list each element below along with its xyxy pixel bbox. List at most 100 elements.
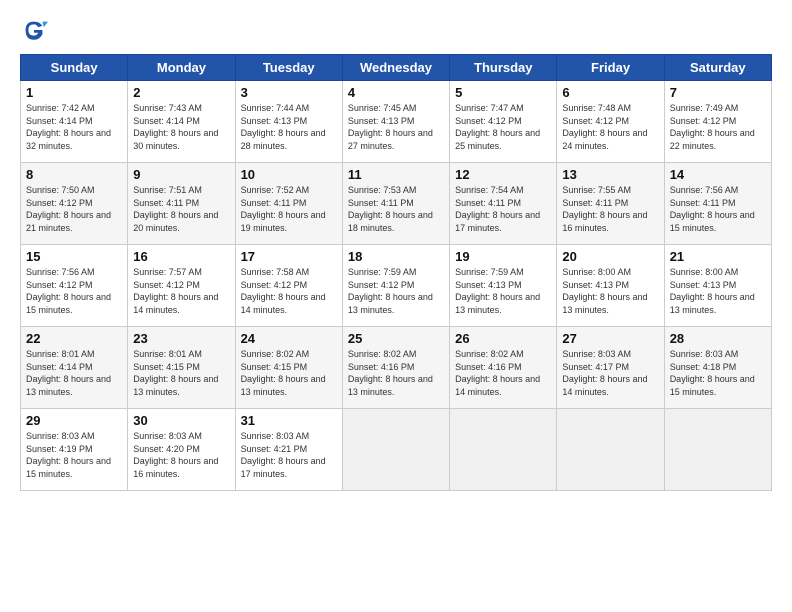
calendar-cell: 4 Sunrise: 7:45 AMSunset: 4:13 PMDaylight…: [342, 81, 449, 163]
calendar-week-row: 29Sunrise: 8:03 AMSunset: 4:19 PMDayligh…: [21, 409, 772, 491]
column-header-sunday: Sunday: [21, 55, 128, 81]
calendar-week-row: 8 Sunrise: 7:50 AMSunset: 4:12 PMDaylight…: [21, 163, 772, 245]
day-number: 16: [133, 249, 230, 264]
calendar-cell: [450, 409, 557, 491]
day-info: Sunrise: 7:51 AMSunset: 4:11 PMDaylight:…: [133, 184, 230, 234]
day-number: 20: [562, 249, 659, 264]
column-header-friday: Friday: [557, 55, 664, 81]
day-info: Sunrise: 8:03 AMSunset: 4:17 PMDaylight:…: [562, 348, 659, 398]
logo-icon: [20, 16, 48, 44]
calendar-cell: 10Sunrise: 7:52 AMSunset: 4:11 PMDayligh…: [235, 163, 342, 245]
day-info: Sunrise: 8:03 AMSunset: 4:18 PMDaylight:…: [670, 348, 767, 398]
calendar-cell: 19Sunrise: 7:59 AMSunset: 4:13 PMDayligh…: [450, 245, 557, 327]
calendar-week-row: 22 Sunrise: 8:01 AMSunset: 4:14 PMDayligh…: [21, 327, 772, 409]
calendar-cell: 11 Sunrise: 7:53 AMSunset: 4:11 PMDayligh…: [342, 163, 449, 245]
day-number: 29: [26, 413, 123, 428]
calendar-cell: 7 Sunrise: 7:49 AMSunset: 4:12 PMDaylight…: [664, 81, 771, 163]
calendar-cell: [342, 409, 449, 491]
day-number: 18: [348, 249, 445, 264]
day-info: Sunrise: 7:59 AMSunset: 4:12 PMDaylight:…: [348, 266, 445, 316]
day-number: 31: [241, 413, 338, 428]
day-info: Sunrise: 7:50 AMSunset: 4:12 PMDaylight:…: [26, 184, 123, 234]
calendar-cell: 3 Sunrise: 7:44 AMSunset: 4:13 PMDaylight…: [235, 81, 342, 163]
day-info: Sunrise: 8:01 AMSunset: 4:15 PMDaylight:…: [133, 348, 230, 398]
calendar-cell: 27 Sunrise: 8:03 AMSunset: 4:17 PMDayligh…: [557, 327, 664, 409]
calendar-header: [20, 16, 772, 44]
calendar-cell: 21 Sunrise: 8:00 AMSunset: 4:13 PMDayligh…: [664, 245, 771, 327]
day-info: Sunrise: 8:02 AMSunset: 4:16 PMDaylight:…: [348, 348, 445, 398]
calendar-cell: 29Sunrise: 8:03 AMSunset: 4:19 PMDayligh…: [21, 409, 128, 491]
day-number: 5: [455, 85, 552, 100]
calendar-cell: 2Sunrise: 7:43 AMSunset: 4:14 PMDaylight…: [128, 81, 235, 163]
day-number: 11: [348, 167, 445, 182]
day-info: Sunrise: 7:49 AMSunset: 4:12 PMDaylight:…: [670, 102, 767, 152]
column-header-saturday: Saturday: [664, 55, 771, 81]
calendar-cell: 9 Sunrise: 7:51 AMSunset: 4:11 PMDaylight…: [128, 163, 235, 245]
calendar-cell: 18 Sunrise: 7:59 AMSunset: 4:12 PMDayligh…: [342, 245, 449, 327]
day-info: Sunrise: 7:45 AMSunset: 4:13 PMDaylight:…: [348, 102, 445, 152]
column-header-wednesday: Wednesday: [342, 55, 449, 81]
day-number: 15: [26, 249, 123, 264]
calendar-cell: 31 Sunrise: 8:03 AMSunset: 4:21 PMDayligh…: [235, 409, 342, 491]
calendar-week-row: 15 Sunrise: 7:56 AMSunset: 4:12 PMDayligh…: [21, 245, 772, 327]
day-number: 23: [133, 331, 230, 346]
calendar-cell: 20Sunrise: 8:00 AMSunset: 4:13 PMDayligh…: [557, 245, 664, 327]
calendar-cell: 28 Sunrise: 8:03 AMSunset: 4:18 PMDayligh…: [664, 327, 771, 409]
day-info: Sunrise: 7:53 AMSunset: 4:11 PMDaylight:…: [348, 184, 445, 234]
day-number: 26: [455, 331, 552, 346]
day-number: 6: [562, 85, 659, 100]
day-number: 1: [26, 85, 123, 100]
day-info: Sunrise: 7:55 AMSunset: 4:11 PMDaylight:…: [562, 184, 659, 234]
day-info: Sunrise: 7:56 AMSunset: 4:11 PMDaylight:…: [670, 184, 767, 234]
day-number: 24: [241, 331, 338, 346]
calendar-cell: 6 Sunrise: 7:48 AMSunset: 4:12 PMDaylight…: [557, 81, 664, 163]
day-info: Sunrise: 7:48 AMSunset: 4:12 PMDaylight:…: [562, 102, 659, 152]
day-number: 21: [670, 249, 767, 264]
day-info: Sunrise: 8:01 AMSunset: 4:14 PMDaylight:…: [26, 348, 123, 398]
calendar-cell: 1 Sunrise: 7:42 AMSunset: 4:14 PMDaylight…: [21, 81, 128, 163]
day-number: 4: [348, 85, 445, 100]
day-info: Sunrise: 7:43 AMSunset: 4:14 PMDaylight:…: [133, 102, 230, 152]
day-number: 3: [241, 85, 338, 100]
calendar-cell: 22 Sunrise: 8:01 AMSunset: 4:14 PMDayligh…: [21, 327, 128, 409]
day-number: 22: [26, 331, 123, 346]
day-number: 25: [348, 331, 445, 346]
calendar-cell: [664, 409, 771, 491]
day-info: Sunrise: 8:02 AMSunset: 4:16 PMDaylight:…: [455, 348, 552, 398]
day-info: Sunrise: 7:54 AMSunset: 4:11 PMDaylight:…: [455, 184, 552, 234]
day-number: 12: [455, 167, 552, 182]
calendar-cell: 17Sunrise: 7:58 AMSunset: 4:12 PMDayligh…: [235, 245, 342, 327]
day-number: 27: [562, 331, 659, 346]
day-number: 7: [670, 85, 767, 100]
day-number: 8: [26, 167, 123, 182]
calendar-cell: 5 Sunrise: 7:47 AMSunset: 4:12 PMDaylight…: [450, 81, 557, 163]
calendar-cell: 25 Sunrise: 8:02 AMSunset: 4:16 PMDayligh…: [342, 327, 449, 409]
day-info: Sunrise: 7:52 AMSunset: 4:11 PMDaylight:…: [241, 184, 338, 234]
day-info: Sunrise: 8:03 AMSunset: 4:21 PMDaylight:…: [241, 430, 338, 480]
calendar-cell: 26 Sunrise: 8:02 AMSunset: 4:16 PMDayligh…: [450, 327, 557, 409]
calendar-cell: 24 Sunrise: 8:02 AMSunset: 4:15 PMDayligh…: [235, 327, 342, 409]
day-number: 19: [455, 249, 552, 264]
day-info: Sunrise: 8:00 AMSunset: 4:13 PMDaylight:…: [670, 266, 767, 316]
calendar-cell: 14 Sunrise: 7:56 AMSunset: 4:11 PMDayligh…: [664, 163, 771, 245]
calendar-cell: [557, 409, 664, 491]
calendar-cell: 12 Sunrise: 7:54 AMSunset: 4:11 PMDayligh…: [450, 163, 557, 245]
day-info: Sunrise: 7:42 AMSunset: 4:14 PMDaylight:…: [26, 102, 123, 152]
day-info: Sunrise: 7:44 AMSunset: 4:13 PMDaylight:…: [241, 102, 338, 152]
day-info: Sunrise: 7:57 AMSunset: 4:12 PMDaylight:…: [133, 266, 230, 316]
logo: [20, 16, 52, 44]
calendar-cell: 23 Sunrise: 8:01 AMSunset: 4:15 PMDayligh…: [128, 327, 235, 409]
calendar-cell: 8 Sunrise: 7:50 AMSunset: 4:12 PMDaylight…: [21, 163, 128, 245]
calendar-cell: 15 Sunrise: 7:56 AMSunset: 4:12 PMDayligh…: [21, 245, 128, 327]
day-number: 14: [670, 167, 767, 182]
day-info: Sunrise: 8:03 AMSunset: 4:20 PMDaylight:…: [133, 430, 230, 480]
calendar-cell: 16 Sunrise: 7:57 AMSunset: 4:12 PMDayligh…: [128, 245, 235, 327]
calendar-table: SundayMondayTuesdayWednesdayThursdayFrid…: [20, 54, 772, 491]
day-number: 9: [133, 167, 230, 182]
calendar-cell: 30Sunrise: 8:03 AMSunset: 4:20 PMDayligh…: [128, 409, 235, 491]
day-number: 28: [670, 331, 767, 346]
day-info: Sunrise: 7:47 AMSunset: 4:12 PMDaylight:…: [455, 102, 552, 152]
day-info: Sunrise: 7:56 AMSunset: 4:12 PMDaylight:…: [26, 266, 123, 316]
day-number: 13: [562, 167, 659, 182]
day-info: Sunrise: 8:02 AMSunset: 4:15 PMDaylight:…: [241, 348, 338, 398]
